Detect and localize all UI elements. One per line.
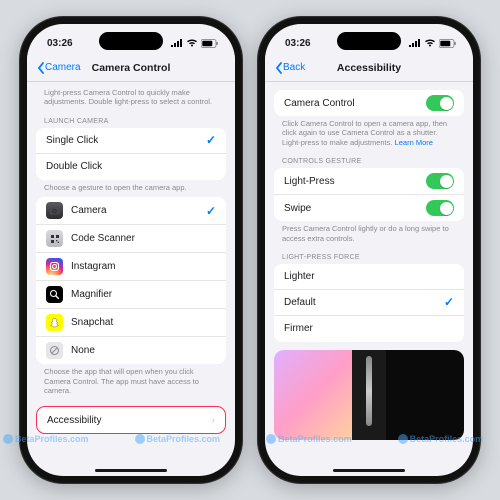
wallpaper-left xyxy=(274,350,352,440)
phone-right: 03:26 Back Accessibility Camera Control xyxy=(257,16,481,484)
row-label: Double Click xyxy=(46,161,216,172)
light-press-row[interactable]: Light-Press xyxy=(274,168,464,195)
row-label: Default xyxy=(284,297,436,308)
camctrl-footer: Click Camera Control to open a camera ap… xyxy=(274,116,464,152)
screen-left: 03:26 Camera Camera Control Light-press … xyxy=(27,24,235,476)
camera-control-toggle-row[interactable]: Camera Control xyxy=(274,90,464,116)
row-label: Single Click xyxy=(46,135,198,146)
app-magnifier[interactable]: Magnifier xyxy=(36,281,226,309)
row-label: Camera Control xyxy=(284,98,418,109)
status-indicators xyxy=(171,39,219,48)
force-default[interactable]: Default ✓ xyxy=(274,290,464,316)
app-code-scanner[interactable]: Code Scanner xyxy=(36,225,226,253)
wallpaper-button-render xyxy=(352,350,386,440)
accessibility-group: Accessibility › xyxy=(36,406,226,434)
row-label: None xyxy=(71,345,216,356)
back-button[interactable]: Back xyxy=(275,62,305,74)
home-indicator[interactable] xyxy=(333,469,405,472)
back-label: Back xyxy=(283,62,305,73)
apps-footer: Choose the app that will open when you c… xyxy=(36,364,226,400)
signal-icon xyxy=(171,39,183,47)
checkmark-icon: ✓ xyxy=(206,133,216,147)
row-label: Code Scanner xyxy=(71,233,216,244)
learn-more-link[interactable]: Learn More xyxy=(395,138,433,147)
wallpaper-right xyxy=(386,350,464,440)
option-double-click[interactable]: Double Click xyxy=(36,154,226,180)
launch-group: Single Click ✓ Double Click xyxy=(36,128,226,180)
battery-icon xyxy=(201,39,219,48)
wallpaper-preview xyxy=(274,350,464,440)
wifi-icon xyxy=(424,39,436,47)
launch-header: LAUNCH CAMERA xyxy=(36,112,226,128)
toggle-switch[interactable] xyxy=(426,173,454,189)
status-time: 03:26 xyxy=(285,38,311,49)
wifi-icon xyxy=(186,39,198,47)
accessibility-row[interactable]: Accessibility › xyxy=(37,407,225,433)
force-header: LIGHT-PRESS FORCE xyxy=(274,248,464,264)
back-label: Camera xyxy=(45,62,81,73)
code-scanner-icon xyxy=(46,230,63,247)
battery-icon xyxy=(439,39,457,48)
checkmark-icon: ✓ xyxy=(206,204,216,218)
checkmark-icon: ✓ xyxy=(444,295,454,309)
nav-bar: Camera Camera Control xyxy=(27,54,235,82)
back-button[interactable]: Camera xyxy=(37,62,81,74)
row-label: Camera xyxy=(71,205,198,216)
chevron-right-icon: › xyxy=(212,415,215,426)
toggle-switch[interactable] xyxy=(426,95,454,111)
screen-right: 03:26 Back Accessibility Camera Control xyxy=(265,24,473,476)
row-label: Lighter xyxy=(284,271,454,282)
chevron-left-icon xyxy=(37,62,45,74)
intro-text: Light-press Camera Control to quickly ma… xyxy=(36,82,226,112)
app-none[interactable]: None xyxy=(36,337,226,364)
toggle-switch[interactable] xyxy=(426,200,454,216)
app-instagram[interactable]: Instagram xyxy=(36,253,226,281)
option-single-click[interactable]: Single Click ✓ xyxy=(36,128,226,154)
dynamic-island xyxy=(337,32,401,50)
app-group: Camera ✓ Code Scanner Instagram xyxy=(36,197,226,364)
force-group: Lighter Default ✓ Firmer xyxy=(274,264,464,342)
row-label: Instagram xyxy=(71,261,216,272)
swipe-row[interactable]: Swipe xyxy=(274,195,464,221)
status-time: 03:26 xyxy=(47,38,73,49)
none-icon xyxy=(46,342,63,359)
instagram-icon xyxy=(46,258,63,275)
camctrl-group: Camera Control xyxy=(274,90,464,116)
row-label: Light-Press xyxy=(284,176,418,187)
content-right[interactable]: Camera Control Click Camera Control to o… xyxy=(265,82,473,476)
status-indicators xyxy=(409,39,457,48)
row-label: Magnifier xyxy=(71,289,216,300)
nav-bar: Back Accessibility xyxy=(265,54,473,82)
app-snapchat[interactable]: Snapchat xyxy=(36,309,226,337)
home-indicator[interactable] xyxy=(95,469,167,472)
phone-left: 03:26 Camera Camera Control Light-press … xyxy=(19,16,243,484)
camera-icon xyxy=(46,202,63,219)
row-label: Accessibility xyxy=(47,415,204,426)
signal-icon xyxy=(409,39,421,47)
magnifier-icon xyxy=(46,286,63,303)
gesture-footer: Press Camera Control lightly or do a lon… xyxy=(274,221,464,248)
launch-footer: Choose a gesture to open the camera app. xyxy=(36,180,226,197)
app-camera[interactable]: Camera ✓ xyxy=(36,197,226,225)
snapchat-icon xyxy=(46,314,63,331)
row-label: Firmer xyxy=(284,323,454,334)
content-left[interactable]: Light-press Camera Control to quickly ma… xyxy=(27,82,235,476)
force-lighter[interactable]: Lighter xyxy=(274,264,464,290)
gesture-header: CONTROLS GESTURE xyxy=(274,152,464,168)
gesture-group: Light-Press Swipe xyxy=(274,168,464,221)
row-label: Snapchat xyxy=(71,317,216,328)
chevron-left-icon xyxy=(275,62,283,74)
force-firmer[interactable]: Firmer xyxy=(274,316,464,342)
row-label: Swipe xyxy=(284,203,418,214)
dynamic-island xyxy=(99,32,163,50)
